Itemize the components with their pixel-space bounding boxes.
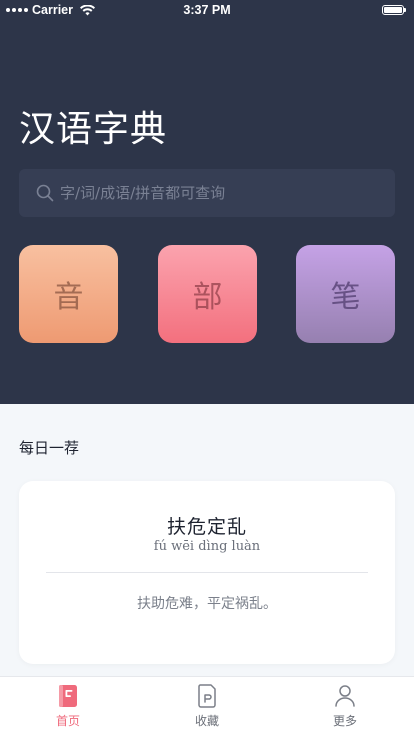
search-input[interactable] bbox=[60, 184, 395, 202]
person-icon bbox=[335, 685, 355, 707]
tab-favorites-label: 收藏 bbox=[194, 714, 219, 728]
radical-lookup-button[interactable]: 部 bbox=[158, 245, 257, 343]
status-bar: Carrier 3:37 PM bbox=[0, 0, 414, 20]
tab-home-label: 首页 bbox=[55, 714, 80, 728]
tab-bar: 首页 收藏 更多 bbox=[0, 676, 414, 736]
search-box[interactable] bbox=[19, 169, 395, 217]
search-icon bbox=[36, 184, 54, 202]
daily-idiom-card[interactable]: 扶危定乱 fú wēi dìng luàn 扶助危难，平定祸乱。 bbox=[19, 481, 395, 664]
sound-lookup-label: 音 bbox=[53, 280, 84, 315]
sound-lookup-button[interactable]: 音 bbox=[19, 245, 118, 343]
hero-header: Carrier 3:37 PM 汉语字典 音 部 笔 bbox=[0, 0, 414, 404]
idiom-pinyin: fú wēi dìng luàn bbox=[153, 539, 261, 554]
idiom-word: 扶危定乱 bbox=[166, 516, 247, 538]
stroke-lookup-button[interactable]: 笔 bbox=[296, 245, 395, 343]
status-time: 3:37 PM bbox=[183, 3, 231, 17]
idiom-meaning: 扶助危难，平定祸乱。 bbox=[137, 596, 277, 612]
favorites-doc-icon bbox=[198, 684, 216, 708]
daily-section-title: 每日一荐 bbox=[19, 439, 80, 457]
tab-more-label: 更多 bbox=[332, 714, 357, 728]
tab-more[interactable]: 更多 bbox=[295, 683, 395, 733]
tab-favorites[interactable]: 收藏 bbox=[157, 683, 257, 733]
tab-home[interactable]: 首页 bbox=[18, 683, 118, 733]
stroke-lookup-label: 笔 bbox=[330, 280, 361, 315]
app-title: 汉语字典 bbox=[19, 109, 168, 150]
card-divider bbox=[46, 572, 368, 573]
radical-lookup-label: 部 bbox=[192, 280, 223, 315]
home-book-icon bbox=[59, 685, 77, 707]
battery-icon bbox=[382, 5, 406, 15]
